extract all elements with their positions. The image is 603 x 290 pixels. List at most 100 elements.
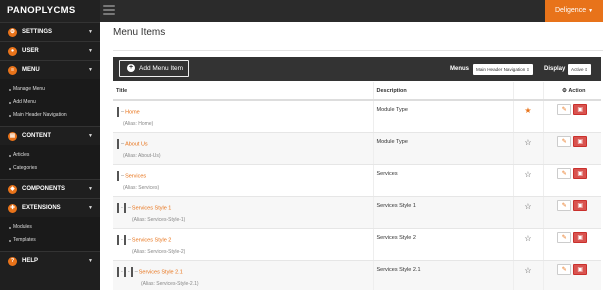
delete-button[interactable]: ▣: [573, 167, 588, 179]
menus-label: Menus: [450, 66, 470, 72]
sidebar-subitem[interactable]: Modules: [0, 221, 100, 234]
tree-level-dash: -: [121, 236, 123, 243]
user-menu-label: Deligence: [554, 7, 587, 14]
edit-button[interactable]: ✎: [557, 167, 572, 179]
sidebar-section-label: CONTENT: [22, 133, 51, 139]
menu-item-link[interactable]: Home: [125, 109, 140, 115]
description-cell: Module Type: [373, 100, 514, 133]
display-select-value: Active: [571, 67, 584, 72]
delete-button[interactable]: ▣: [573, 135, 588, 147]
sidebar-section-content[interactable]: ▤ CONTENT ▼: [0, 126, 100, 145]
sidebar-section-extensions[interactable]: ✚ EXTENSIONS ▼: [0, 198, 100, 217]
user-menu-button[interactable]: Deligence ▼: [545, 0, 603, 22]
table-row: - - –Services Style 2.1 (Alias: Services-St…: [113, 260, 601, 290]
trash-icon: ▣: [577, 107, 584, 113]
sidebar-subitem[interactable]: Manage Menu: [0, 83, 100, 96]
title-cell: –Home (Alias: Home): [113, 100, 374, 133]
user-icon: ●: [8, 47, 17, 56]
delete-button[interactable]: ▣: [573, 199, 588, 211]
display-select[interactable]: Active⇕: [568, 64, 591, 75]
sidebar-subitem[interactable]: Main Header Navigation: [0, 109, 100, 122]
select-arrows-icon: ⇕: [526, 67, 530, 72]
sidebar-section-label: USER: [22, 48, 39, 54]
column-header-action: ⚙ Action: [543, 82, 601, 101]
star-outline-icon[interactable]: ☆: [513, 132, 544, 165]
menu-item-alias: (Alias: About-Us): [123, 152, 161, 159]
sidebar-section-label: COMPONENTS: [22, 186, 66, 192]
main-content: Menu Items + Add Menu Item Menus Main He…: [100, 22, 603, 290]
sidebar-section-components[interactable]: ◆ COMPONENTS ▼: [0, 179, 100, 198]
delete-button[interactable]: ▣: [573, 104, 588, 115]
edit-icon: ✎: [561, 138, 567, 145]
edit-button[interactable]: ✎: [557, 199, 572, 211]
chevron-down-icon: ▼: [88, 133, 93, 139]
tree-branch-icon: –: [121, 172, 125, 179]
description-cell: Services Style 2.1: [373, 260, 514, 290]
star-outline-icon[interactable]: ☆: [513, 260, 544, 290]
description-cell: Services Style 2: [373, 228, 514, 261]
menu-item-alias: (Alias: Home): [123, 121, 154, 127]
table-row: –Services (Alias: Services) Services ☆ ✎ ▣: [113, 164, 601, 197]
menu-item-link[interactable]: Services Style 2: [132, 237, 171, 243]
menu-item-link[interactable]: About Us: [125, 141, 148, 147]
title-cell: - –Services Style 1 (Alias: Services-Style…: [113, 196, 374, 229]
help-icon: ?: [8, 257, 17, 266]
tree-level-marker: [117, 202, 119, 213]
divider: [113, 50, 603, 51]
sidebar-subitem[interactable]: Articles: [0, 149, 100, 162]
menu-item-link[interactable]: Services Style 2.1: [139, 269, 183, 275]
description-cell: Services: [373, 164, 514, 197]
action-cell: ✎ ▣: [543, 132, 601, 165]
edit-button[interactable]: ✎: [557, 104, 572, 115]
brand-logo[interactable]: PANOPLYCMS: [0, 0, 100, 22]
page-title: Menu Items: [113, 27, 166, 38]
tree-branch-icon: –: [121, 140, 125, 147]
tree-level-marker: [117, 138, 119, 149]
description-cell: Services Style 1: [373, 196, 514, 229]
menu-item-link[interactable]: Services Style 1: [132, 205, 171, 211]
action-cell: ✎ ▣: [543, 260, 601, 290]
plus-icon: +: [127, 64, 135, 72]
menus-select-value: Main Header Navigation: [476, 67, 526, 72]
sidebar-section-help[interactable]: ? HELP ▼: [0, 251, 100, 270]
add-menu-item-button[interactable]: + Add Menu Item: [119, 60, 189, 77]
edit-button[interactable]: ✎: [557, 231, 572, 243]
sidebar-subitem[interactable]: Templates: [0, 234, 100, 247]
delete-button[interactable]: ▣: [573, 263, 588, 275]
menu-items-table: Title Description ⚙ Action –Home (Alias: …: [113, 82, 601, 290]
edit-button[interactable]: ✎: [557, 135, 572, 147]
trash-icon: ▣: [577, 138, 584, 145]
tree-level-marker: [123, 234, 126, 245]
sidebar-subitem[interactable]: Add Menu: [0, 96, 100, 109]
column-header-title: Title: [113, 82, 374, 101]
menus-select[interactable]: Main Header Navigation⇕: [473, 64, 533, 75]
tree-branch-icon: –: [127, 236, 131, 243]
content-icon: ▤: [8, 132, 17, 141]
sidebar-toggle-icon[interactable]: [103, 5, 115, 17]
edit-button[interactable]: ✎: [557, 263, 572, 275]
star-outline-icon[interactable]: ☆: [513, 196, 544, 229]
tree-level-marker: [123, 266, 126, 277]
sidebar-section-menu[interactable]: ≡ MENU ▼: [0, 60, 100, 79]
sidebar-section-settings[interactable]: ⚙ SETTINGS ▼: [0, 22, 100, 41]
trash-icon: ▣: [577, 266, 584, 273]
title-cell: –About Us (Alias: About-Us): [113, 132, 374, 165]
star-filled-icon[interactable]: ★: [513, 100, 544, 133]
table-row: –About Us (Alias: About-Us) Module Type ☆ ✎ ▣: [113, 132, 601, 165]
star-outline-icon[interactable]: ☆: [513, 228, 544, 261]
star-outline-icon[interactable]: ☆: [513, 164, 544, 197]
tree-level-dash: -: [121, 268, 123, 275]
title-cell: –Services (Alias: Services): [113, 164, 374, 197]
tree-level-dash: -: [121, 204, 123, 211]
sidebar-subitem[interactable]: Categories: [0, 162, 100, 175]
menu-item-alias: (Alias: Services-Style-2.1): [141, 280, 199, 287]
sidebar-section-user[interactable]: ● USER ▼: [0, 41, 100, 60]
menu-item-link[interactable]: Services: [125, 173, 146, 179]
chevron-down-icon: ▼: [588, 8, 594, 14]
chevron-down-icon: ▼: [88, 186, 93, 192]
sidebar-section-label: EXTENSIONS: [22, 205, 61, 211]
chevron-down-icon: ▼: [88, 29, 93, 35]
action-cell: ✎ ▣: [543, 100, 601, 133]
sidebar: ⚙ SETTINGS ▼ ● USER ▼ ≡ MENU ▼ Manage Menu Add Men…: [0, 22, 100, 290]
delete-button[interactable]: ▣: [573, 231, 588, 243]
